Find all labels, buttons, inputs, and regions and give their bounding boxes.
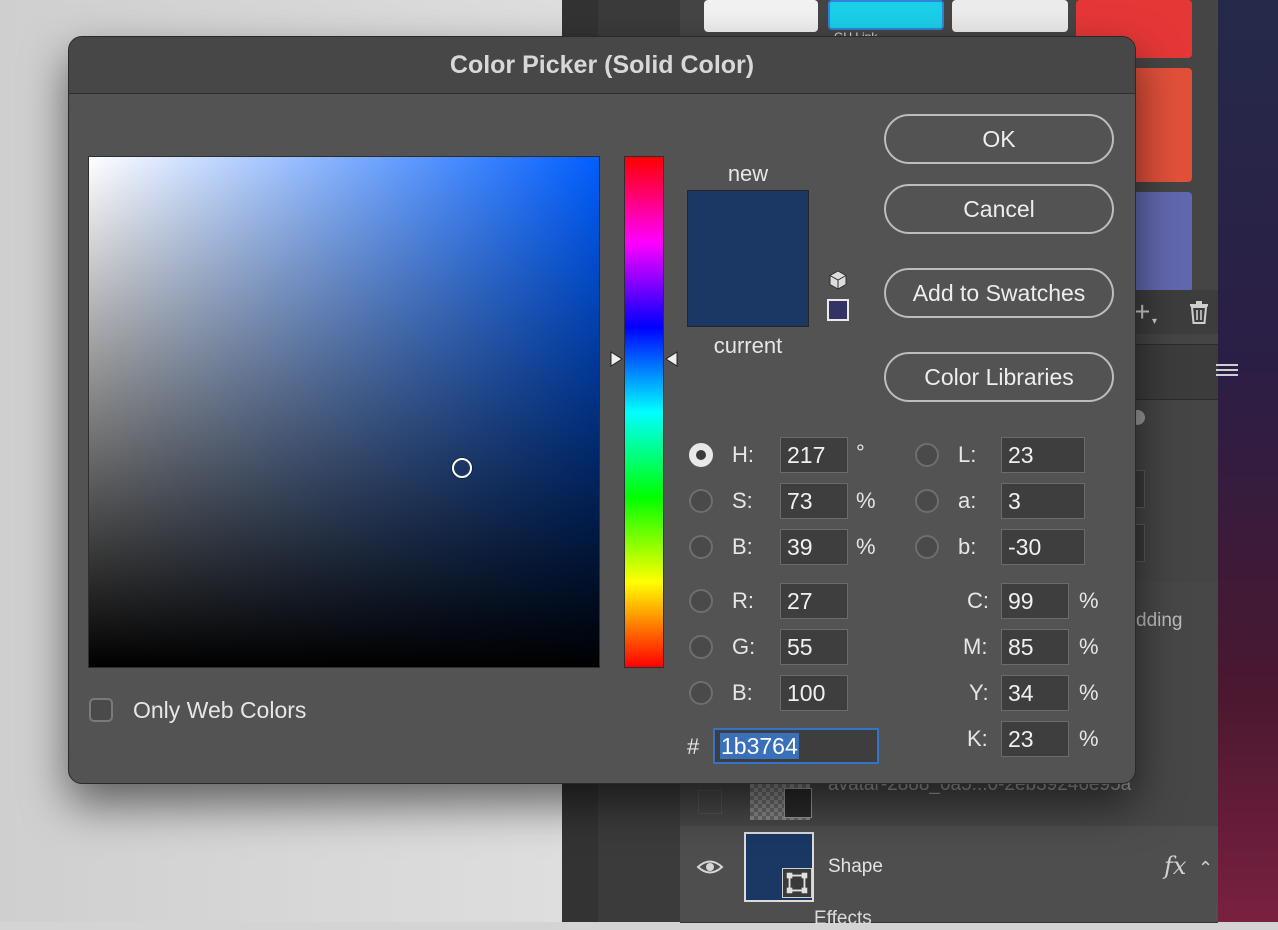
out-of-gamut-cube-icon[interactable]	[827, 269, 849, 291]
green-label: G:	[732, 634, 756, 659]
hue-slider[interactable]	[624, 156, 664, 668]
magenta-label: M:	[963, 634, 988, 659]
blue-input[interactable]: 100	[780, 675, 848, 711]
saturation-label: S:	[732, 488, 753, 513]
lab-b-radio[interactable]	[915, 535, 939, 559]
percent-unit: %	[1079, 726, 1099, 751]
only-web-colors-label[interactable]: Only Web Colors	[133, 697, 306, 724]
hue-input[interactable]: 217	[780, 437, 848, 473]
hex-value-selection: 1b3764	[720, 733, 799, 759]
dialog-title: Color Picker (Solid Color)	[449, 50, 755, 79]
lab-a-input[interactable]: 3	[1001, 483, 1085, 519]
black-input[interactable]: 23	[1001, 721, 1069, 757]
percent-unit: %	[856, 534, 876, 559]
dialog-titlebar[interactable]: Color Picker (Solid Color)	[69, 37, 1135, 94]
percent-unit: %	[1079, 588, 1099, 613]
shape-layer-name: Shape	[828, 856, 883, 877]
desktop-wallpaper	[1218, 0, 1278, 922]
current-color-preview[interactable]	[687, 258, 809, 327]
chevron-up-icon[interactable]: ⌃	[1198, 858, 1213, 879]
cyan-input[interactable]: 99	[1001, 583, 1069, 619]
effects-label: Effects	[814, 908, 872, 929]
red-input[interactable]: 27	[780, 583, 848, 619]
plus-icon[interactable]: +	[1134, 298, 1150, 326]
blue-radio[interactable]	[689, 681, 713, 705]
swatch-white-2[interactable]	[952, 0, 1068, 32]
hue-radio[interactable]	[689, 443, 713, 467]
percent-unit: %	[856, 488, 876, 513]
percent-unit: %	[1079, 680, 1099, 705]
layer-name: dding	[1136, 610, 1183, 631]
yellow-input[interactable]: 34	[1001, 675, 1069, 711]
panel-menu-icon[interactable]	[1216, 364, 1238, 378]
lab-l-label: L:	[958, 442, 977, 467]
vector-shape-icon	[782, 868, 812, 898]
lab-b-input[interactable]: -30	[1001, 529, 1085, 565]
color-libraries-button[interactable]: Color Libraries	[884, 352, 1114, 402]
cancel-button[interactable]: Cancel	[884, 184, 1114, 234]
brightness-label: B:	[732, 534, 753, 559]
red-label: R:	[732, 588, 754, 613]
hue-label: H:	[732, 442, 754, 467]
hex-input[interactable]: 1b3764	[713, 728, 879, 764]
lab-b-label: b:	[958, 534, 977, 559]
saturation-brightness-field[interactable]	[88, 156, 600, 668]
cyan-label: C:	[967, 588, 989, 613]
lab-a-label: a:	[958, 488, 977, 513]
only-web-colors-checkbox[interactable]	[89, 698, 113, 722]
green-radio[interactable]	[689, 635, 713, 659]
blue-label: B:	[732, 680, 753, 705]
lab-a-radio[interactable]	[915, 489, 939, 513]
add-to-swatches-button[interactable]: Add to Swatches	[884, 268, 1114, 318]
caret-down-icon: ▾	[1152, 316, 1158, 327]
magenta-input[interactable]: 85	[1001, 629, 1069, 665]
lab-l-radio[interactable]	[915, 443, 939, 467]
current-color-label: current	[713, 333, 783, 358]
green-input[interactable]: 55	[780, 629, 848, 665]
fx-icon[interactable]: fx	[1164, 852, 1186, 880]
percent-unit: %	[1079, 634, 1099, 659]
color-picker-dialog: Color Picker (Solid Color) new current O…	[68, 36, 1136, 784]
swatch-cyan[interactable]	[828, 0, 944, 30]
lab-l-input[interactable]: 23	[1001, 437, 1085, 473]
swatch-white[interactable]	[704, 0, 818, 32]
visibility-toggle[interactable]	[698, 790, 722, 814]
ok-button[interactable]: OK	[884, 114, 1114, 164]
hex-label: #	[687, 734, 700, 759]
new-color-label: new	[727, 161, 769, 186]
new-color-preview	[687, 190, 809, 258]
saturation-input[interactable]: 73	[780, 483, 848, 519]
black-label: K:	[967, 726, 988, 751]
trash-icon[interactable]	[1188, 300, 1210, 324]
eye-icon[interactable]	[696, 856, 724, 878]
color-field-marker[interactable]	[451, 458, 472, 479]
brightness-input[interactable]: 39	[780, 529, 848, 565]
saturation-radio[interactable]	[689, 489, 713, 513]
red-radio[interactable]	[689, 589, 713, 613]
yellow-label: Y:	[969, 680, 989, 705]
brightness-radio[interactable]	[689, 535, 713, 559]
web-safe-color-swatch[interactable]	[827, 299, 849, 321]
hue-slider-left-arrow-icon[interactable]	[610, 351, 624, 368]
degree-unit: °	[856, 440, 865, 465]
hue-slider-right-arrow-icon[interactable]	[664, 351, 678, 368]
smart-object-icon	[784, 788, 812, 818]
